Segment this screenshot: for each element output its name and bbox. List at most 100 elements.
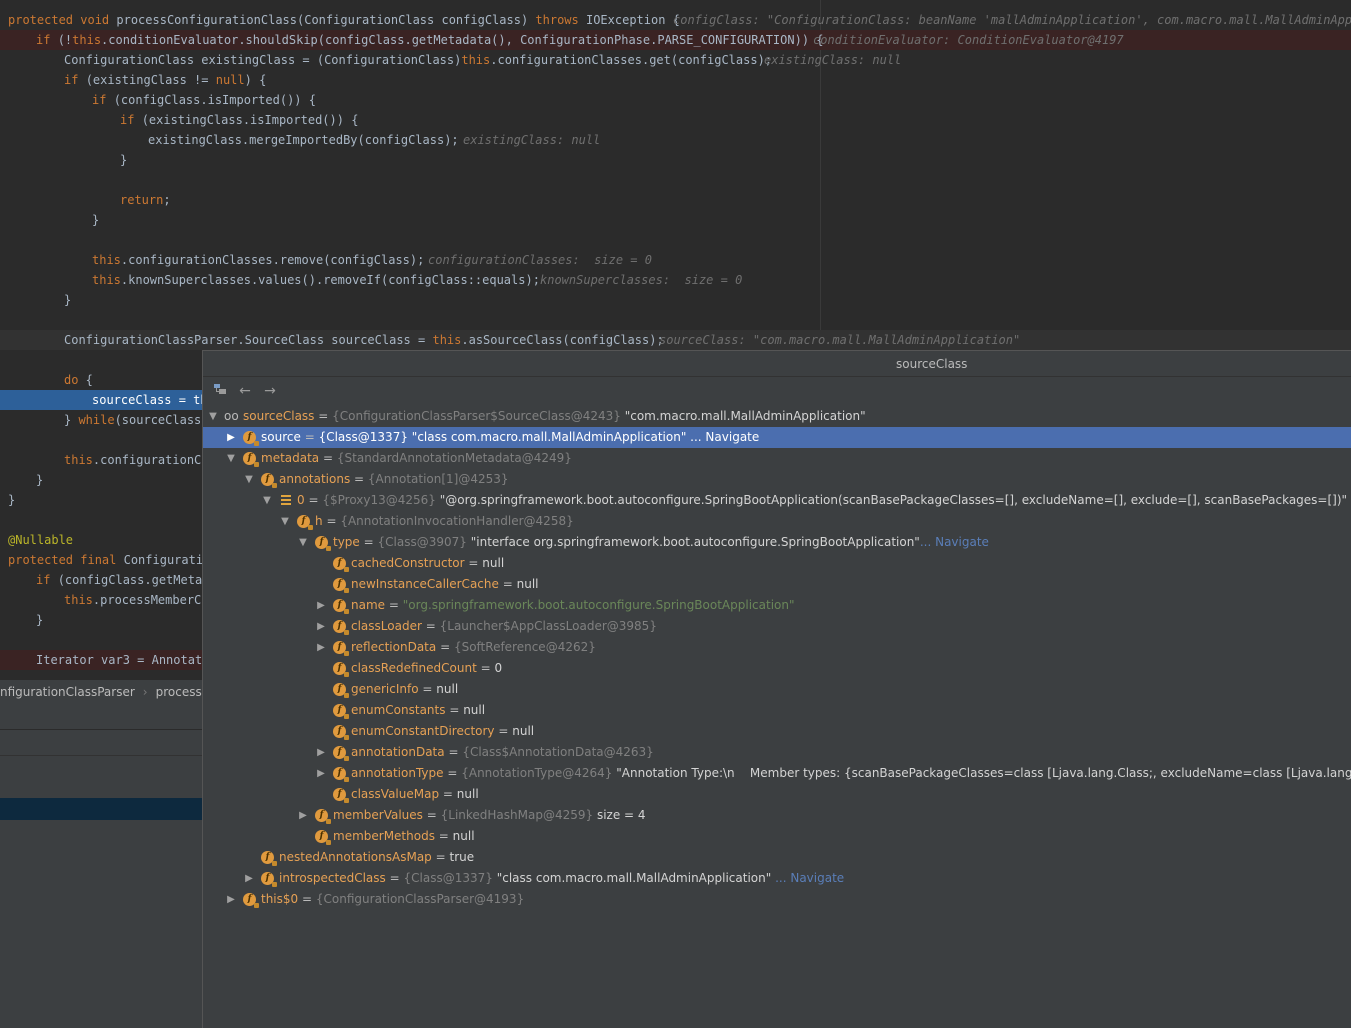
tree-row-metadata[interactable]: ▼ f metadata = {StandardAnnotationMetada…	[203, 448, 1351, 469]
breadcrumb-item-class[interactable]: nfigurationClassParser	[0, 685, 135, 699]
collapsed-arrow-icon[interactable]: ▶	[297, 805, 309, 826]
tree-row-h[interactable]: ▼ f h = {AnnotationInvocationHandler@425…	[203, 511, 1351, 532]
field-name: name	[351, 598, 386, 612]
code-line-10[interactable]: }	[0, 210, 1351, 230]
field-value: "org.springframework.boot.autoconfigure.…	[402, 598, 795, 612]
object-id: {ConfigurationClassParser$SourceClass@42…	[332, 409, 621, 423]
code-text: processConfigurationClass(ConfigurationC…	[116, 13, 536, 27]
tree-row-classLoader[interactable]: ▶ f classLoader = {Launcher$AppClassLoad…	[203, 616, 1351, 637]
field-name: sourceClass	[243, 409, 315, 423]
object-id: {SoftReference@4262}	[453, 640, 596, 654]
array-element-icon	[281, 495, 291, 506]
field-value: null	[463, 703, 486, 717]
expanded-arrow-icon[interactable]: ▼	[297, 532, 309, 553]
code-line-5[interactable]: if (configClass.isImported()) {	[0, 90, 1351, 110]
code-text: ConfigurationClass existingClass = (Conf…	[64, 53, 462, 67]
collapsed-arrow-icon[interactable]: ▶	[243, 868, 255, 889]
code-text: .configurationClasses.get(configClass);	[490, 53, 773, 67]
code-line-4[interactable]: if (existingClass != null) {	[0, 70, 1351, 90]
code-line-1[interactable]: protected void processConfigurationClass…	[0, 10, 1351, 30]
inline-debug-value: knownSuperclasses: size = 0	[540, 273, 743, 287]
selected-frame-row[interactable]	[0, 798, 202, 820]
tree-row-memberMethods[interactable]: f memberMethods = null	[203, 826, 1351, 847]
keyword: if	[92, 93, 114, 107]
collapsed-arrow-icon[interactable]: ▶	[225, 889, 237, 910]
code-line-14[interactable]: ConfigurationClassParser.SourceClass sou…	[0, 330, 1351, 350]
collapsed-arrow-icon[interactable]: ▶	[315, 616, 327, 637]
tree-row-array-element-0[interactable]: ▼ 0 = {$Proxy13@4256} "@org.springframew…	[203, 490, 1351, 511]
keyword: protected final	[8, 553, 124, 567]
expanded-arrow-icon[interactable]: ▼	[261, 490, 273, 511]
tree-row-newInstanceCallerCache[interactable]: f newInstanceCallerCache = null	[203, 574, 1351, 595]
field-value: true	[449, 850, 475, 864]
expanded-arrow-icon[interactable]: ▼	[243, 469, 255, 490]
tree-row-introspectedClass[interactable]: ▶ f introspectedClass = {Class@1337} "cl…	[203, 868, 1351, 889]
navigate-link[interactable]: ... Navigate	[775, 871, 844, 885]
equals-sign: =	[354, 472, 365, 486]
collapsed-arrow-icon[interactable]: ▶	[315, 637, 327, 658]
arrow-left-icon[interactable]: ←	[236, 382, 254, 400]
code-line-8[interactable]: }	[0, 150, 1351, 170]
tree-row-sourceClass[interactable]: ▼ oo sourceClass = {ConfigurationClassPa…	[203, 406, 1351, 427]
tree-row-memberValues[interactable]: ▶ f memberValues = {LinkedHashMap@4259} …	[203, 805, 1351, 826]
field-icon: f	[243, 893, 259, 908]
code-line-2[interactable]: if (!this.conditionEvaluator.shouldSkip(…	[0, 30, 1351, 50]
field-icon: f	[333, 704, 349, 719]
expanded-arrow-icon[interactable]: ▼	[225, 448, 237, 469]
collapsed-arrow-icon[interactable]: ▶	[315, 742, 327, 763]
tree-row-classRedefinedCount[interactable]: f classRedefinedCount = 0	[203, 658, 1351, 679]
collapsed-arrow-icon[interactable]: ▶	[315, 763, 327, 784]
expanded-arrow-icon[interactable]: ▼	[279, 511, 291, 532]
collapsed-arrow-icon[interactable]: ▶	[315, 595, 327, 616]
equals-sign: =	[326, 514, 337, 528]
field-name: annotationType	[351, 766, 444, 780]
field-value: null	[516, 577, 539, 591]
variable-inspection-popup[interactable]: sourceClass ← → ▼ oo sourceClass = {Conf…	[202, 350, 1351, 1028]
equals-sign: =	[440, 640, 451, 654]
navigate-link[interactable]: ... Navigate	[690, 430, 759, 444]
tree-row-this0[interactable]: ▶ f this$0 = {ConfigurationClassParser@4…	[203, 889, 1351, 910]
equals-sign: =	[425, 619, 436, 633]
structure-icon[interactable]	[211, 382, 229, 400]
field-name: genericInfo	[351, 682, 419, 696]
tree-row-enumConstants[interactable]: f enumConstants = null	[203, 700, 1351, 721]
code-line-6[interactable]: if (existingClass.isImported()) {	[0, 110, 1351, 130]
field-icon: f	[333, 746, 349, 761]
code-line-3[interactable]: ConfigurationClass existingClass = (Conf…	[0, 50, 1351, 70]
tree-row-nestedAnnotationsAsMap[interactable]: f nestedAnnotationsAsMap = true	[203, 847, 1351, 868]
popup-title: sourceClass	[203, 351, 1351, 377]
tree-row-annotations[interactable]: ▼ f annotations = {Annotation[1]@4253}	[203, 469, 1351, 490]
code-line-7[interactable]: existingClass.mergeImportedBy(configClas…	[0, 130, 1351, 150]
expanded-arrow-icon[interactable]: ▼	[207, 406, 219, 427]
tree-row-source[interactable]: ▶ f source = {Class@1337} "class com.mac…	[203, 427, 1351, 448]
breadcrumb: nfigurationClassParser › processC	[0, 680, 202, 704]
field-name: this$0	[261, 892, 299, 906]
tree-row-name[interactable]: ▶ f name = "org.springframework.boot.aut…	[203, 595, 1351, 616]
field-icon: f	[333, 767, 349, 782]
tree-row-cachedConstructor[interactable]: f cachedConstructor = null	[203, 553, 1351, 574]
code-line-12[interactable]: this.knownSuperclasses.values().removeIf…	[0, 270, 1351, 290]
breadcrumb-item-method[interactable]: processC	[156, 685, 202, 699]
tree-row-genericInfo[interactable]: f genericInfo = null	[203, 679, 1351, 700]
tree-row-annotationType[interactable]: ▶ f annotationType = {AnnotationType@426…	[203, 763, 1351, 784]
navigate-link[interactable]: ... Navigate	[920, 535, 989, 549]
code-text: .configurationCl	[92, 453, 209, 467]
collapsed-arrow-icon[interactable]: ▶	[225, 427, 237, 448]
tree-row-type[interactable]: ▼ f type = {Class@3907} "interface org.s…	[203, 532, 1351, 553]
tree-row-annotationData[interactable]: ▶ f annotationData = {Class$AnnotationDa…	[203, 742, 1351, 763]
field-icon: f	[333, 599, 349, 614]
field-value: "class com.macro.mall.MallAdminApplicati…	[411, 430, 687, 444]
code-line-11[interactable]: this.configurationClasses.remove(configC…	[0, 250, 1351, 270]
tree-row-enumConstantDirectory[interactable]: f enumConstantDirectory = null	[203, 721, 1351, 742]
tree-row-classValueMap[interactable]: f classValueMap = null	[203, 784, 1351, 805]
field-name: classRedefinedCount	[351, 661, 477, 675]
field-name: classLoader	[351, 619, 422, 633]
code-line-13[interactable]: }	[0, 290, 1351, 310]
field-name: annotationData	[351, 745, 445, 759]
code-text: (existingClass.isImported()) {	[141, 113, 359, 127]
code-line-9[interactable]: return;	[0, 190, 1351, 210]
tree-row-reflectionData[interactable]: ▶ f reflectionData = {SoftReference@4262…	[203, 637, 1351, 658]
keyword: null	[215, 73, 245, 87]
inline-debug-value: existingClass: null	[463, 133, 601, 147]
arrow-right-icon[interactable]: →	[261, 382, 279, 400]
